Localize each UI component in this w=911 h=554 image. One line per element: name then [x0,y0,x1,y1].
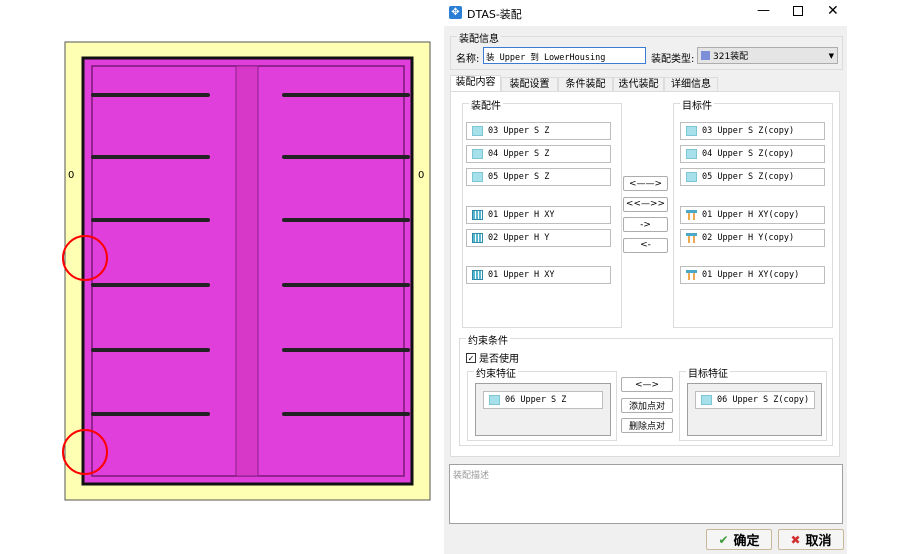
item-label: 05 Upper S Z [488,172,550,182]
group-label: 约束条件 [466,332,510,347]
minimize-button[interactable]: — [757,3,770,18]
item-label: 06 Upper S Z [505,395,567,405]
target-feature-group: 目标特征 06 Upper S Z(copy) [679,365,827,441]
target-item[interactable]: 04 Upper S Z(copy) [680,145,825,163]
target-item[interactable]: 01 Upper H XY(copy) [680,206,825,224]
marker-left: 0 [68,170,74,181]
transfer-button-2[interactable]: -> [623,217,668,232]
tab-1[interactable]: 装配设置 [501,77,558,91]
close-button[interactable]: ✕ [827,3,839,19]
target-item[interactable]: 02 Upper H Y(copy) [680,229,825,247]
assembly-info-group: 装配信息 名称: 装 Upper 到 LowerHousing 装配类型: 32… [450,30,843,70]
cancel-circle-icon: ✖ [790,532,801,547]
transfer-button-3[interactable]: <- [623,237,668,253]
pin-icon [686,210,697,220]
description-input[interactable]: 装配描述 [449,464,843,524]
part-item[interactable]: 03 Upper S Z [466,122,611,140]
ok-button[interactable]: ✔ 确定 [706,529,772,550]
checkbox-checked-icon: ✓ [466,352,476,363]
tab-3[interactable]: 迭代装配 [613,77,664,91]
constraint-group: 约束条件 ✓ 是否使用 约束特征 06 Upper S Z 目标特征 06 Up… [459,332,833,446]
group-label: 装配信息 [457,30,501,45]
surface-icon [686,149,697,159]
pin-icon [686,233,697,243]
surface-icon [686,126,697,136]
part-item[interactable]: 04 Upper S Z [466,145,611,163]
item-label: 01 Upper H XY(copy) [702,270,800,280]
item-label: 06 Upper S Z(copy) [717,395,810,405]
check-circle-icon: ✔ [718,532,729,547]
cancel-button[interactable]: ✖ 取消 [778,529,844,550]
center-rib [235,65,259,477]
group-label: 目标特征 [686,365,730,380]
hole-icon [472,270,483,280]
cad-viewport[interactable]: 0 0 [0,0,444,554]
name-label: 名称: [456,54,480,65]
surface-icon [472,126,483,136]
type-value: 321装配 [713,52,749,62]
surface-icon [686,172,697,182]
group-label: 装配件 [469,97,503,112]
add-pair-button[interactable]: 添加点对 [621,397,673,413]
surface-icon [701,395,712,405]
checkbox-label: 是否使用 [479,354,519,365]
group-label: 约束特征 [474,365,518,380]
item-label: 03 Upper S Z [488,126,550,136]
transfer-button-0[interactable]: <——> [623,176,668,191]
item-label: 02 Upper H Y(copy) [702,233,795,243]
tab-4[interactable]: 详细信息 [664,77,718,91]
part-item[interactable]: 01 Upper H XY [466,206,611,224]
item-label: 04 Upper S Z [488,149,550,159]
item-label: 04 Upper S Z(copy) [702,149,795,159]
target-feature-item[interactable]: 06 Upper S Z(copy) [695,391,815,409]
item-label: 01 Upper H XY [488,270,555,280]
button-label: 确定 [733,534,760,549]
part-item[interactable]: 01 Upper H XY [466,266,611,284]
hole-icon [472,233,483,243]
pin-icon [686,270,697,280]
constraint-feature-group: 约束特征 06 Upper S Z [467,365,617,441]
transfer-button-1[interactable]: <<—>> [623,196,668,212]
group-label: 目标件 [680,97,714,112]
target-item[interactable]: 03 Upper S Z(copy) [680,122,825,140]
button-label: 取消 [805,534,832,549]
constraint-feature-item[interactable]: 06 Upper S Z [483,391,603,409]
target-item[interactable]: 05 Upper S Z(copy) [680,168,825,186]
title-bar: ✥ DTAS-装配 — ✕ [444,0,847,26]
name-input[interactable]: 装 Upper 到 LowerHousing [483,47,646,64]
item-label: 01 Upper H XY [488,210,555,220]
tab-0[interactable]: 装配内容 [450,75,501,92]
use-checkbox[interactable]: ✓ 是否使用 [466,350,519,365]
marker-right: 0 [418,170,424,181]
surface-icon [472,149,483,159]
item-label: 02 Upper H Y [488,233,550,243]
surface-icon [472,172,483,182]
type-select[interactable]: 321装配 ▼ [697,47,838,64]
item-label: 03 Upper S Z(copy) [702,126,795,136]
part-item[interactable]: 02 Upper H Y [466,229,611,247]
delete-pair-button[interactable]: 删除点对 [621,418,673,433]
chevron-down-icon: ▼ [828,51,834,60]
surface-icon [489,395,500,405]
maximize-button[interactable] [793,6,803,16]
target-item[interactable]: 01 Upper H XY(copy) [680,266,825,284]
type-label: 装配类型: [651,54,695,65]
dtas-app-icon: ✥ [449,6,462,19]
assembly-dialog: ✥ DTAS-装配 — ✕ 装配信息 名称: 装 Upper 到 LowerHo… [444,0,847,554]
pair-link-button[interactable]: <—> [621,377,673,392]
item-label: 01 Upper H XY(copy) [702,210,800,220]
tab-2[interactable]: 条件装配 [558,77,613,91]
item-label: 05 Upper S Z(copy) [702,172,795,182]
part-item[interactable]: 05 Upper S Z [466,168,611,186]
hole-icon [472,210,483,220]
tab-panel: 装配件 目标件 03 Upper S Z 04 Upper S Z 05 Upper… [450,91,840,457]
assembly-type-icon [701,51,710,60]
window-title: DTAS-装配 [467,8,522,21]
